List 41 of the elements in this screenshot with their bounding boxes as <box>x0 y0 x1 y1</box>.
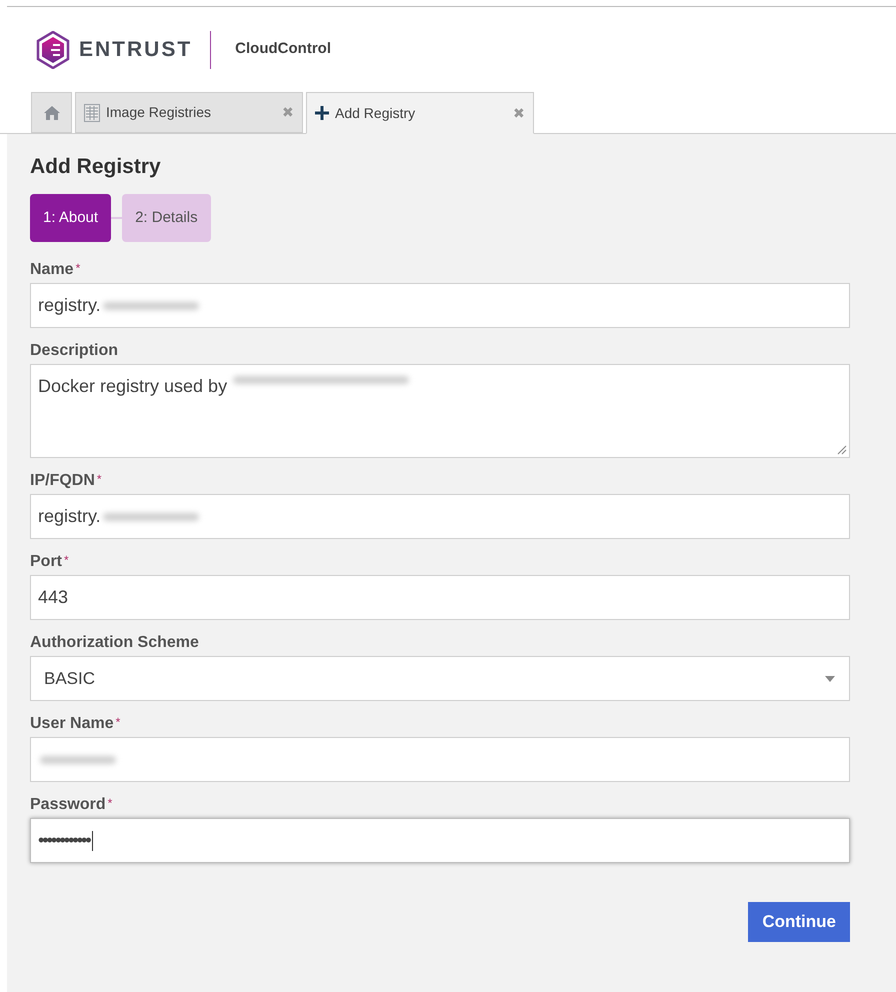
field-label: User Name <box>30 714 114 734</box>
text-field[interactable] <box>30 737 850 782</box>
logo-icon <box>36 30 70 68</box>
tab[interactable] <box>31 92 72 133</box>
home-icon <box>42 104 60 120</box>
field-value: 443 <box>38 586 68 609</box>
field-value: Docker registry used by <box>38 375 228 398</box>
password-field[interactable]: •••••••••••• <box>30 818 850 863</box>
field-label: Authorization Scheme <box>30 633 199 653</box>
text-field[interactable]: 443 <box>30 575 850 620</box>
field-label: Port <box>30 552 62 572</box>
select-field[interactable]: BASIC <box>30 656 850 701</box>
grid-list-icon <box>84 104 100 122</box>
field-value: registry. <box>38 294 101 317</box>
required-asterisk: * <box>116 714 120 731</box>
field-label: Description <box>30 341 118 361</box>
field-label: Name <box>30 260 74 280</box>
resize-grip-icon <box>837 445 847 455</box>
text-caret <box>92 830 93 850</box>
text-field[interactable]: registry. <box>30 283 850 328</box>
logo-wordmark: ENTRUST <box>79 36 192 63</box>
field-label: IP/FQDN <box>30 471 95 491</box>
required-asterisk: * <box>76 260 80 277</box>
plus-icon <box>315 106 329 120</box>
required-asterisk: * <box>108 795 112 812</box>
field-value: •••••••••••• <box>38 829 90 852</box>
required-asterisk: * <box>96 471 102 488</box>
dropdown-caret-icon <box>825 676 835 682</box>
tab[interactable]: Image Registries ✖ <box>75 92 303 133</box>
text-field[interactable]: registry. <box>30 494 850 539</box>
tab[interactable]: Add Registry ✖ <box>306 92 534 134</box>
field-value: registry. <box>38 505 101 528</box>
page-title: Add Registry <box>30 154 162 180</box>
step-button[interactable]: 1: About <box>30 194 112 242</box>
field-label: Password <box>30 795 106 815</box>
continue-button[interactable]: Continue <box>748 902 850 942</box>
step-button[interactable]: 2: Details <box>122 194 211 242</box>
field-value: BASIC <box>44 668 96 690</box>
required-asterisk: * <box>64 552 69 569</box>
description-field[interactable]: Docker registry used by <box>30 364 850 458</box>
product-name: CloudControl <box>235 39 331 60</box>
